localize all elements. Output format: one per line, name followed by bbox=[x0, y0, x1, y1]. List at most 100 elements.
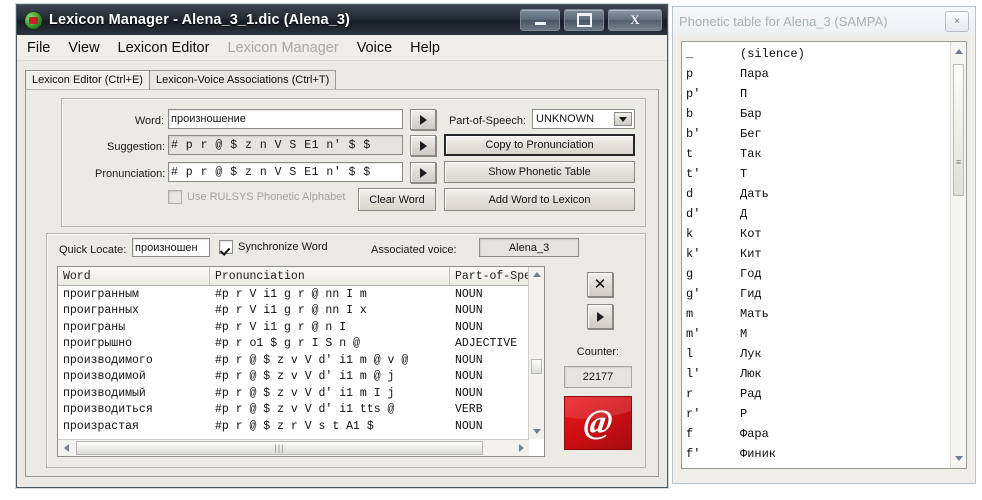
phonetic-row[interactable]: p' П bbox=[682, 84, 951, 104]
phonetic-row[interactable]: b Бар bbox=[682, 104, 951, 124]
phoneme-example: П bbox=[740, 87, 748, 101]
copy-to-pronunciation-button[interactable]: Copy to Pronunciation bbox=[444, 134, 635, 156]
phonetic-row[interactable]: k Кот bbox=[682, 224, 951, 244]
phonetic-scroll-up-button[interactable] bbox=[951, 44, 966, 59]
menu-view[interactable]: View bbox=[68, 40, 99, 56]
phonetic-vertical-scrollbar[interactable]: ≡ bbox=[950, 42, 966, 468]
minimize-button[interactable] bbox=[520, 9, 560, 31]
phonetic-row[interactable]: k' Кит bbox=[682, 244, 951, 264]
synchronize-word-checkbox[interactable]: Synchronize Word bbox=[219, 240, 328, 254]
phonetic-row[interactable]: t Так bbox=[682, 144, 951, 164]
scroll-right-button[interactable] bbox=[513, 440, 529, 456]
phonetic-table-list[interactable]: _ (silence) p Пара p' П b Бар b' Бег t Так t' Т… bbox=[681, 41, 967, 469]
phonetic-scroll-thumb[interactable] bbox=[953, 64, 964, 196]
phonetic-row[interactable]: b' Бег bbox=[682, 124, 951, 144]
table-row[interactable]: производиться #p r @ $ z v V d' i1 tts @… bbox=[58, 402, 529, 419]
cell-pronunciation: #p r @ $ z v V d' i1 tts @ bbox=[215, 403, 395, 417]
maximize-button[interactable] bbox=[564, 9, 604, 31]
word-label: Word: bbox=[134, 115, 164, 127]
show-phonetic-table-button[interactable]: Show Phonetic Table bbox=[444, 161, 635, 183]
word-next-button[interactable] bbox=[410, 109, 436, 130]
phoneme-symbol: r bbox=[686, 387, 694, 401]
phonetic-row[interactable]: t' Т bbox=[682, 164, 951, 184]
phoneme-example: Д bbox=[740, 207, 748, 221]
menu-voice[interactable]: Voice bbox=[357, 40, 392, 56]
table-row[interactable]: проиграны #p r V i1 g r @ n I NOUN bbox=[58, 319, 529, 336]
phonetic-row[interactable]: m' М bbox=[682, 324, 951, 344]
phoneme-symbol: m' bbox=[686, 327, 701, 341]
phonetic-rows: _ (silence) p Пара p' П b Бар b' Бег t Так t' Т… bbox=[682, 44, 951, 468]
phonetic-row[interactable]: _ (silence) bbox=[682, 44, 951, 64]
phonetic-scroll-down-button[interactable] bbox=[951, 451, 966, 466]
scroll-left-button[interactable] bbox=[58, 440, 74, 456]
tab-lexicon-editor[interactable]: Lexicon Editor (Ctrl+E) bbox=[25, 70, 150, 89]
phoneme-example: Фара bbox=[740, 427, 769, 441]
phoneme-symbol: p' bbox=[686, 87, 701, 101]
part-of-speech-select[interactable]: UNKNOWN bbox=[532, 109, 635, 129]
add-word-to-lexicon-button[interactable]: Add Word to Lexicon bbox=[444, 188, 635, 211]
scroll-up-button[interactable] bbox=[529, 267, 544, 282]
phonetic-row[interactable]: g Год bbox=[682, 264, 951, 284]
table-vertical-scrollbar[interactable] bbox=[528, 267, 544, 439]
word-input[interactable]: произношение bbox=[168, 109, 403, 129]
phoneme-example: Т bbox=[740, 167, 748, 181]
phoneme-example: Кот bbox=[740, 227, 762, 241]
suggestion-play-button[interactable] bbox=[410, 135, 436, 156]
chevron-down-icon[interactable] bbox=[614, 112, 632, 126]
table-row[interactable]: производимого #p r @ $ z v V d' i1 m @ v… bbox=[58, 352, 529, 369]
quick-locate-input[interactable]: произношен bbox=[132, 238, 210, 257]
menu-file[interactable]: File bbox=[27, 40, 50, 56]
table-row[interactable]: проигранным #p r V i1 g r @ nn I m NOUN bbox=[58, 286, 529, 303]
table-row[interactable]: производимый #p r @ $ z v V d' i1 m I j … bbox=[58, 385, 529, 402]
chevron-right-icon bbox=[518, 444, 524, 452]
phonetic-row[interactable]: p Пара bbox=[682, 64, 951, 84]
phonetic-row[interactable]: vВаза bbox=[682, 464, 951, 468]
phoneme-symbol: k' bbox=[686, 247, 701, 261]
menu-lexicon-editor[interactable]: Lexicon Editor bbox=[118, 40, 210, 56]
delete-word-button[interactable]: ✕ bbox=[587, 272, 613, 297]
pronunciation-play-button[interactable] bbox=[410, 162, 436, 183]
phoneme-symbol: f bbox=[686, 427, 694, 441]
phonetic-row[interactable]: m Мать bbox=[682, 304, 951, 324]
phoneme-symbol: r' bbox=[686, 407, 701, 421]
vertical-scroll-thumb[interactable] bbox=[531, 359, 542, 374]
pronunciation-input[interactable]: # p r @ $ z n V S E1 n' $ $ bbox=[168, 162, 403, 182]
checkbox-checked-icon bbox=[219, 240, 233, 254]
scroll-down-button[interactable] bbox=[529, 424, 544, 439]
phonetic-row[interactable]: l Лук bbox=[682, 344, 951, 364]
table-row[interactable]: проигранных #p r V i1 g r @ nn I x NOUN bbox=[58, 303, 529, 320]
phoneme-example: Год bbox=[740, 267, 762, 281]
column-header-pronunciation[interactable]: Pronunciation bbox=[210, 267, 450, 285]
lexicon-table[interactable]: Word Pronunciation Part-of-Spe проигранн… bbox=[57, 266, 545, 457]
phonetic-table-window: Phonetic table for Alena_3 (SAMPA) × _ (s… bbox=[672, 6, 976, 484]
phonetic-row[interactable]: r Рад bbox=[682, 384, 951, 404]
lexicon-app-icon bbox=[25, 11, 42, 29]
use-rulsys-label: Use RULSYS Phonetic Alphabet bbox=[187, 191, 346, 203]
menu-bar: File View Lexicon Editor Lexicon Manager… bbox=[17, 35, 667, 61]
word-form-group: Word: произношение Part-of-Speech: UNKNO… bbox=[61, 98, 646, 227]
phonetic-row[interactable]: d' Д bbox=[682, 204, 951, 224]
column-header-word[interactable]: Word bbox=[58, 267, 210, 285]
phonetic-row[interactable]: r' Р bbox=[682, 404, 951, 424]
horizontal-scroll-thumb[interactable]: ||| bbox=[76, 441, 483, 455]
table-horizontal-scrollbar[interactable]: ||| bbox=[58, 439, 529, 456]
tab-lexicon-voice-associations[interactable]: Lexicon-Voice Associations (Ctrl+T) bbox=[148, 70, 337, 89]
menu-help[interactable]: Help bbox=[410, 40, 440, 56]
table-row[interactable]: производимой #p r @ $ z v V d' i1 m @ j … bbox=[58, 369, 529, 386]
phoneme-example: Финик bbox=[740, 447, 777, 461]
horizontal-scroll-trough[interactable]: ||| bbox=[74, 440, 513, 456]
at-sign-logo-icon: @ bbox=[581, 404, 615, 441]
phonetic-row[interactable]: f Фара bbox=[682, 424, 951, 444]
table-row[interactable]: произрастая #p r @ $ z r V s t A1 $ NOUN bbox=[58, 418, 529, 435]
close-button[interactable]: X bbox=[608, 9, 662, 31]
clear-word-button[interactable]: Clear Word bbox=[358, 188, 436, 211]
phonetic-row[interactable]: g' Гид bbox=[682, 284, 951, 304]
table-row[interactable]: проигрышно #p r o1 $ g r I S n @ ADJECTI… bbox=[58, 336, 529, 353]
phonetic-row[interactable]: l' Люк bbox=[682, 364, 951, 384]
phonetic-row[interactable]: f' Финик bbox=[682, 444, 951, 464]
phonetic-row[interactable]: d Дать bbox=[682, 184, 951, 204]
phonetic-close-button[interactable]: × bbox=[945, 11, 969, 32]
play-word-button[interactable] bbox=[587, 304, 613, 329]
phoneme-example: Мать bbox=[740, 307, 769, 321]
phoneme-symbol: v bbox=[682, 467, 740, 468]
